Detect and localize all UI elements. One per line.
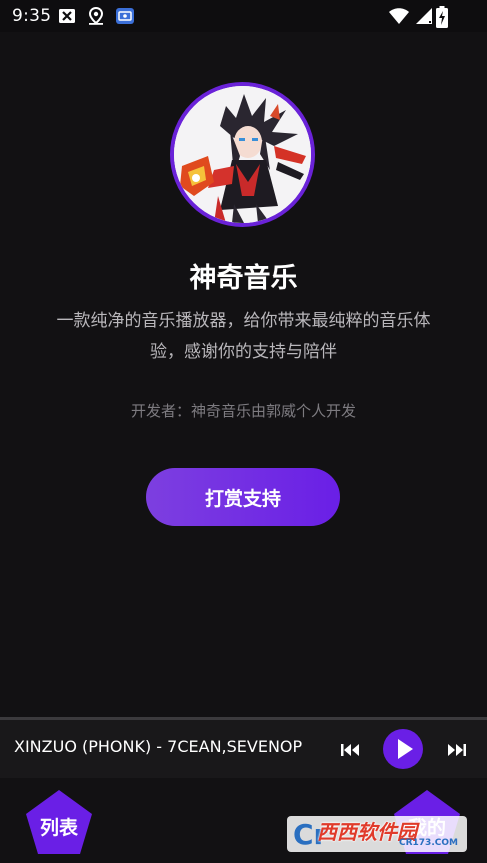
location-icon (88, 6, 104, 25)
mail-x-icon (59, 9, 75, 23)
app-title: 神奇音乐 (189, 263, 298, 294)
nav-list-tab[interactable]: 列表 (24, 788, 94, 856)
nav-list-label: 列表 (39, 817, 78, 839)
status-bar: 9:35 (0, 0, 487, 32)
next-icon[interactable] (447, 742, 467, 758)
play-icon (398, 739, 413, 759)
previous-icon[interactable] (340, 742, 360, 758)
track-title[interactable]: XINZUO (PHONK) - 7CEAN,SEVENOP (14, 737, 326, 756)
app-description: 一款纯净的音乐播放器，给你带来最纯粹的音乐体验，感谢你的支持与陪伴 (56, 311, 431, 362)
developer-credit: 开发者：神奇音乐由郭威个人开发 (130, 402, 356, 420)
watermark-subtext: CR173.COM (399, 838, 458, 848)
donate-button[interactable]: 打赏支持 (146, 468, 340, 526)
signal-icon (416, 8, 432, 24)
app-badge-icon (116, 8, 134, 24)
play-button[interactable] (383, 729, 423, 769)
battery-charging-icon (436, 6, 448, 28)
watermark: Cr 西西软件园 CR173.COM (287, 812, 467, 854)
app-avatar (170, 82, 315, 227)
mini-player[interactable]: XINZUO (PHONK) - 7CEAN,SEVENOP (0, 720, 487, 778)
wifi-icon (389, 8, 409, 24)
anime-character-image (174, 86, 311, 223)
status-time: 9:35 (12, 6, 52, 26)
